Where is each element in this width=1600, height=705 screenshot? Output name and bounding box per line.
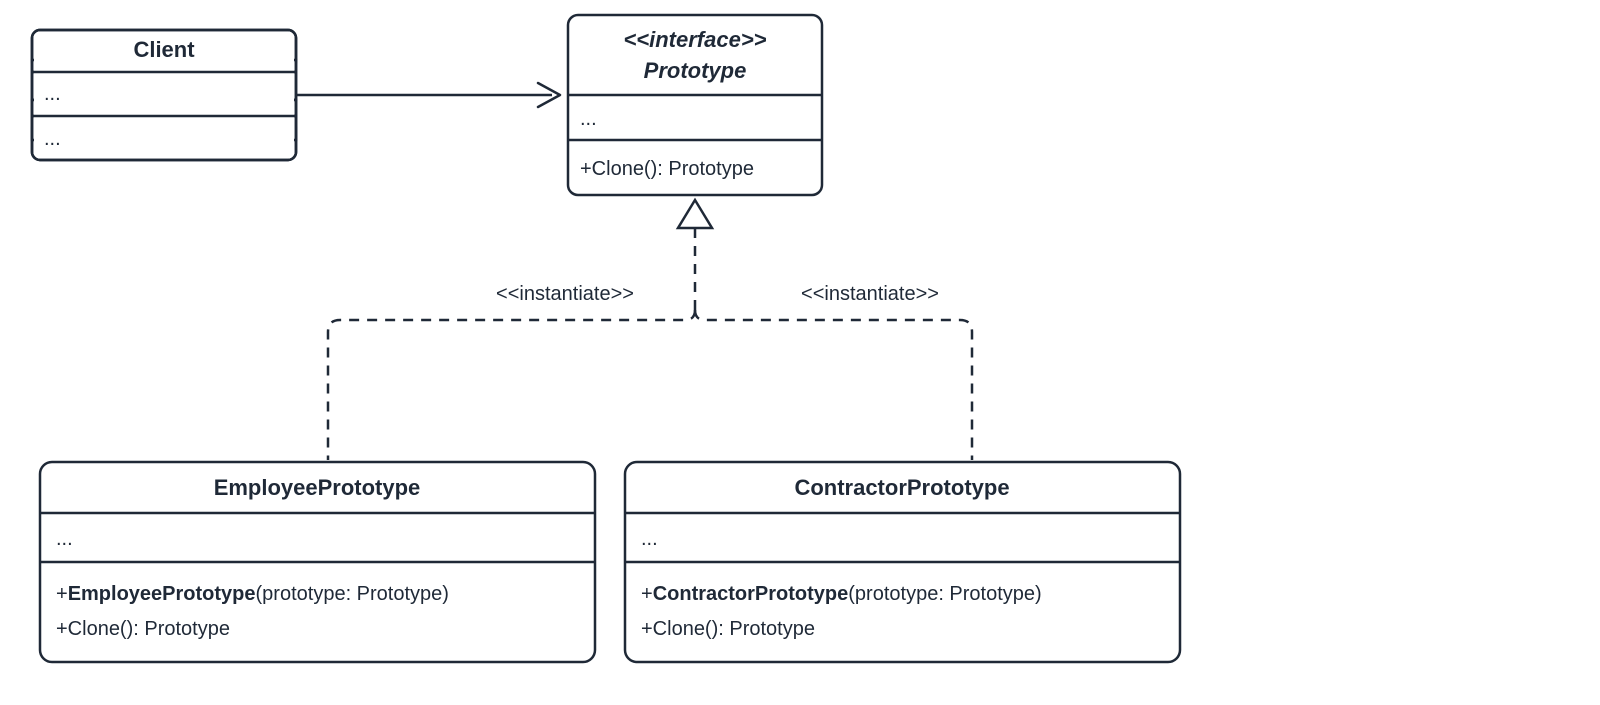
prototype-stereotype: <<interface>> <box>623 27 766 52</box>
employee-method: +Clone(): Prototype <box>56 618 230 640</box>
client-methods: ... <box>44 128 61 150</box>
contractor-title: ContractorPrototype <box>794 475 1009 500</box>
prototype-title: Prototype <box>644 58 747 83</box>
contractor-method: +Clone(): Prototype <box>641 618 815 640</box>
employee-ctor-name: EmployeePrototype <box>68 583 256 605</box>
interface-prototype: <<interface>> Prototype ... +Clone(): Pr… <box>568 15 822 195</box>
realization-branches <box>328 310 972 460</box>
client-title: Client <box>133 37 195 62</box>
employee-ctor-prefix: + <box>56 583 68 605</box>
contractor-attrs: ... <box>641 528 658 550</box>
contractor-ctor-name: ContractorPrototype <box>653 583 849 605</box>
employee-ctor-args: (prototype: Prototype) <box>256 583 449 605</box>
contractor-ctor: +ContractorPrototype(prototype: Prototyp… <box>641 583 1042 605</box>
employee-title: EmployeePrototype <box>214 475 421 500</box>
association-client-prototype <box>296 83 560 107</box>
prototype-attrs: ... <box>580 108 597 130</box>
prototype-method: +Clone(): Prototype <box>580 158 754 180</box>
employee-ctor: +EmployeePrototype(prototype: Prototype) <box>56 583 449 605</box>
instantiate-label-left: <<instantiate>> <box>496 283 634 305</box>
class-client: Client ... ... <box>32 30 296 160</box>
client-attrs: ... <box>44 83 61 105</box>
realization-arrowhead <box>678 200 712 310</box>
class-contractor-prototype: ContractorPrototype ... +ContractorProto… <box>625 462 1180 662</box>
employee-attrs: ... <box>56 528 73 550</box>
class-employee-prototype: EmployeePrototype ... +EmployeePrototype… <box>40 462 595 662</box>
contractor-ctor-args: (prototype: Prototype) <box>848 583 1041 605</box>
contractor-ctor-prefix: + <box>641 583 653 605</box>
uml-diagram: Client ... ... <<interface>> Prototype .… <box>0 0 1600 705</box>
instantiate-label-right: <<instantiate>> <box>801 283 939 305</box>
